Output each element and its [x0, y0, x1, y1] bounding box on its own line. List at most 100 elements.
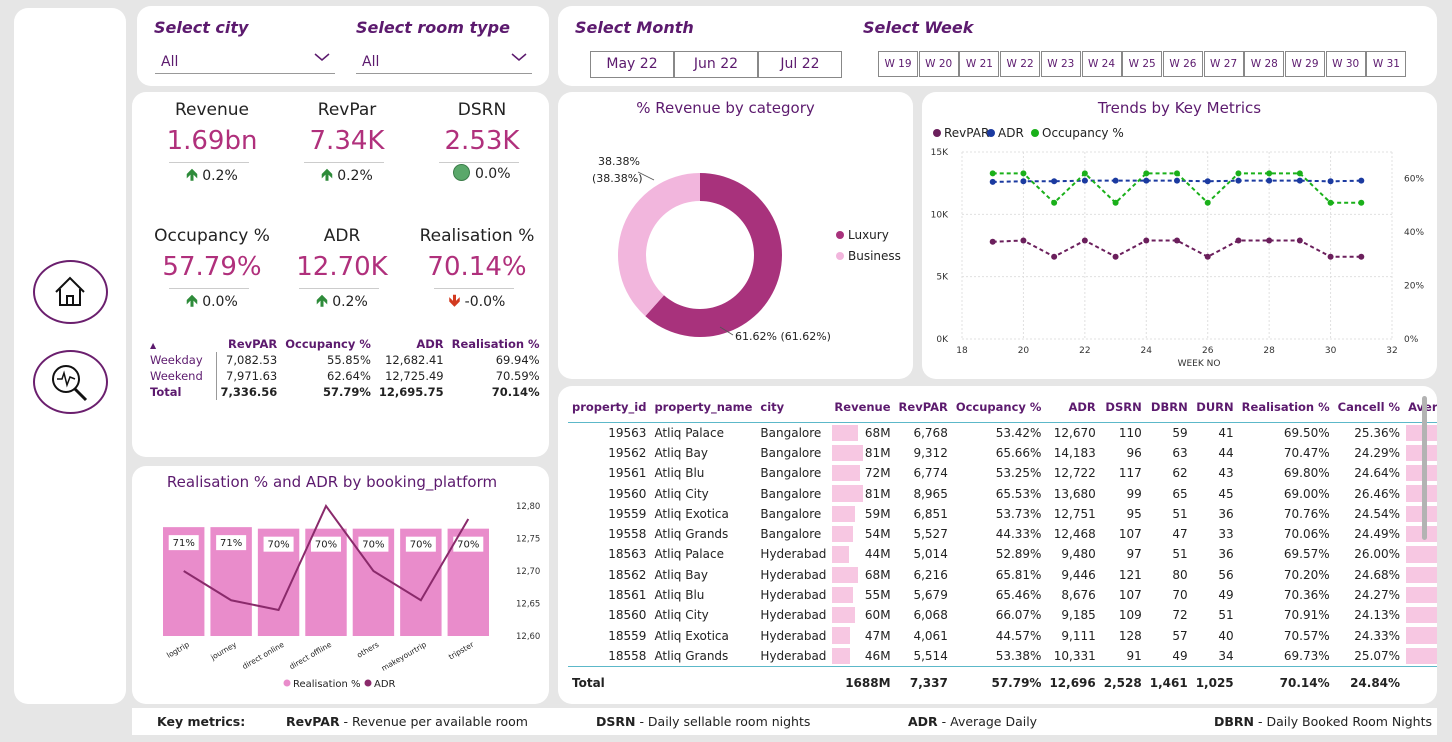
room-type-dropdown[interactable]: All: [356, 46, 532, 74]
col-header-property-id[interactable]: property_id: [568, 394, 651, 423]
col-header-revenue[interactable]: Revenue: [830, 394, 895, 423]
series-point[interactable]: [1081, 177, 1088, 184]
col-header-durn[interactable]: DURN: [1191, 394, 1238, 423]
series-point[interactable]: [1358, 253, 1365, 260]
series-point[interactable]: [1235, 177, 1242, 184]
col-header-average-rating[interactable]: Average rating: [1404, 394, 1437, 423]
series-point[interactable]: [1112, 253, 1119, 260]
legend-label[interactable]: ADR: [998, 126, 1024, 140]
series-point[interactable]: [1296, 177, 1303, 184]
series-point[interactable]: [1296, 170, 1303, 177]
series-point[interactable]: [1081, 170, 1088, 177]
table-row[interactable]: 19563 Atliq Palace Bangalore 68M 6,768 53.42%…: [568, 423, 1437, 443]
series-point[interactable]: [1143, 237, 1150, 244]
col-header-occupancy[interactable]: Occupancy %: [951, 394, 1046, 423]
table-row[interactable]: 19561 Atliq Blu Bangalore 72M 6,774 53.25% 12,…: [568, 463, 1437, 483]
series-point[interactable]: [1266, 177, 1273, 184]
series-point[interactable]: [989, 238, 996, 245]
col-header-city[interactable]: city: [756, 394, 831, 423]
week-30[interactable]: W 30: [1325, 51, 1366, 77]
series-point[interactable]: [1020, 170, 1027, 177]
series-point[interactable]: [1143, 170, 1150, 177]
week-24[interactable]: W 24: [1081, 51, 1122, 77]
series-point[interactable]: [1051, 199, 1058, 206]
week-27[interactable]: W 27: [1203, 51, 1244, 77]
week-29[interactable]: W 29: [1285, 51, 1325, 77]
series-point[interactable]: [1204, 253, 1211, 260]
donut-slice-business[interactable]: [618, 173, 700, 317]
series-point[interactable]: [1327, 253, 1334, 260]
series-point[interactable]: [989, 178, 996, 185]
month-jun[interactable]: Jun 22: [674, 51, 758, 78]
series-point[interactable]: [1174, 237, 1180, 244]
week-19[interactable]: W 19: [878, 51, 918, 77]
series-point[interactable]: [1358, 199, 1365, 206]
table-cell: 24.54%: [1354, 506, 1401, 521]
month-may[interactable]: May 22: [590, 51, 674, 78]
series-point[interactable]: [1174, 177, 1180, 184]
week-25[interactable]: W 25: [1122, 51, 1163, 77]
series-point[interactable]: [1174, 170, 1180, 177]
series-point[interactable]: [1081, 237, 1088, 244]
analysis-button[interactable]: [33, 350, 108, 414]
series-point[interactable]: [1204, 178, 1211, 185]
table-row[interactable]: 18563 Atliq Palace Hyderabad 44M 5,014 52.89%…: [568, 544, 1437, 564]
legend-label-realisation[interactable]: Realisation %: [293, 679, 361, 690]
col-header-adr[interactable]: ADR: [1045, 394, 1100, 423]
series-point[interactable]: [1327, 178, 1334, 185]
week-31[interactable]: W 31: [1366, 51, 1407, 77]
month-jul[interactable]: Jul 22: [758, 51, 842, 78]
series-point[interactable]: [1266, 237, 1273, 244]
series-point[interactable]: [1266, 170, 1273, 177]
table-row[interactable]: 18559 Atliq Exotica Hyderabad 47M 4,061 44.57…: [568, 625, 1437, 645]
series-point[interactable]: [1051, 253, 1058, 260]
table-row[interactable]: 18562 Atliq Bay Hyderabad 68M 6,216 65.81% 9,4…: [568, 565, 1437, 585]
series-point[interactable]: [1020, 178, 1027, 185]
week-23[interactable]: W 23: [1040, 51, 1081, 77]
table-scrollbar[interactable]: [1422, 396, 1427, 540]
col-header-dsrn[interactable]: DSRN: [1099, 394, 1146, 423]
week-21[interactable]: W 21: [959, 51, 1000, 77]
series-point[interactable]: [1020, 237, 1027, 244]
series-point[interactable]: [1358, 177, 1365, 184]
series-point[interactable]: [1204, 199, 1211, 206]
series-point[interactable]: [1235, 170, 1242, 177]
legend-label-business[interactable]: Business: [848, 249, 901, 263]
week-28[interactable]: W 28: [1244, 51, 1285, 77]
week-22[interactable]: W 22: [1000, 51, 1041, 77]
city-dropdown[interactable]: All: [155, 46, 335, 74]
series-point[interactable]: [1112, 199, 1119, 206]
table-cell: 70.20%: [1283, 567, 1330, 582]
sort-indicator[interactable]: ▲: [146, 336, 216, 352]
table-row[interactable]: 18560 Atliq City Hyderabad 60M 6,068 66.07% 9,…: [568, 605, 1437, 625]
series-point[interactable]: [1235, 237, 1242, 244]
series-point[interactable]: [1327, 199, 1334, 206]
legend-label-luxury[interactable]: Luxury: [848, 228, 889, 242]
col-header-realisation[interactable]: Realisation %: [1237, 394, 1334, 423]
legend-label[interactable]: Occupancy %: [1042, 126, 1124, 140]
series-point[interactable]: [989, 170, 996, 177]
table-row[interactable]: 18558 Atliq Grands Hyderabad 46M 5,514 53.38%…: [568, 646, 1437, 666]
legend-label[interactable]: RevPAR: [944, 126, 989, 140]
col-header-revpar[interactable]: RevPAR: [894, 394, 952, 423]
table-row[interactable]: 19558 Atliq Grands Bangalore 54M 5,527 44.33%…: [568, 524, 1437, 544]
col-header-dbrn[interactable]: DBRN: [1145, 394, 1192, 423]
table-row[interactable]: 19560 Atliq City Bangalore 81M 8,965 65.53% 13…: [568, 483, 1437, 503]
series-point[interactable]: [1051, 178, 1058, 185]
legend-label-adr[interactable]: ADR: [374, 679, 396, 690]
series-point[interactable]: [1296, 237, 1303, 244]
table-row[interactable]: 18561 Atliq Blu Hyderabad 55M 5,679 65.46% 8,6…: [568, 585, 1437, 605]
home-button[interactable]: [33, 260, 108, 324]
week-26[interactable]: W 26: [1162, 51, 1203, 77]
col-header-revpar[interactable]: RevPAR: [216, 336, 281, 352]
week-20[interactable]: W 20: [918, 51, 959, 77]
col-header-occupancy[interactable]: Occupancy %: [281, 336, 375, 352]
col-header-cancell[interactable]: Cancell %: [1333, 394, 1405, 423]
series-point[interactable]: [1143, 177, 1150, 184]
table-row[interactable]: 19559 Atliq Exotica Bangalore 59M 6,851 53.73…: [568, 504, 1437, 524]
table-row[interactable]: 19562 Atliq Bay Bangalore 81M 9,312 65.66% 14,…: [568, 443, 1437, 463]
col-header-realisation[interactable]: Realisation %: [448, 336, 544, 352]
col-header-adr[interactable]: ADR: [375, 336, 448, 352]
series-point[interactable]: [1112, 177, 1119, 184]
col-header-property-name[interactable]: property_name: [650, 394, 757, 423]
